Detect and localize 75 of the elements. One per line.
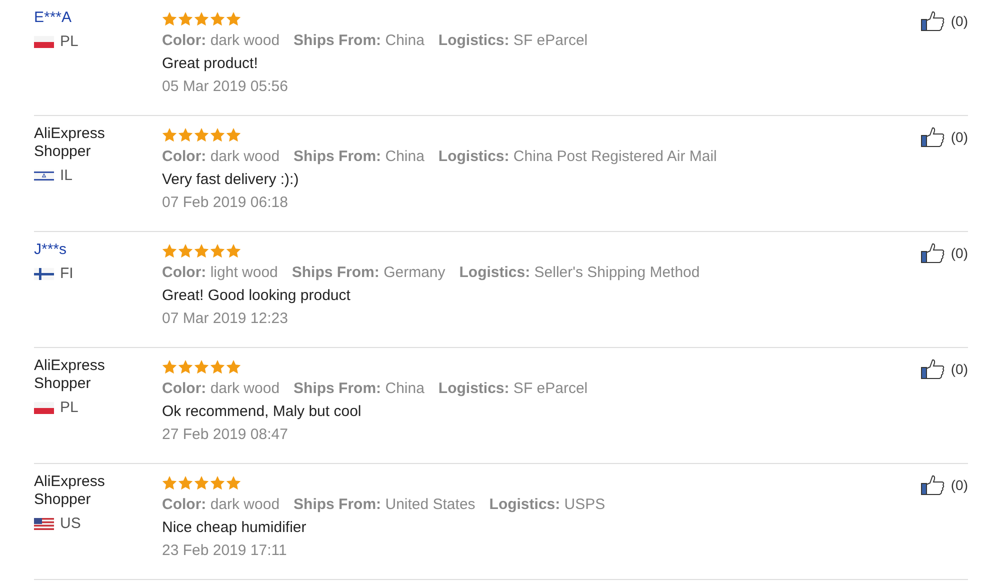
like-count: (0) <box>950 128 968 147</box>
review-text: Ok recommend, Maly but cool <box>162 402 362 422</box>
star-icon <box>226 244 241 258</box>
flag-icon <box>34 170 54 182</box>
product-attribute: Ships From: China <box>294 31 424 51</box>
country-code: US <box>60 515 81 532</box>
flag-icon <box>34 518 54 530</box>
star-icon <box>162 12 177 26</box>
star-icon <box>194 244 209 258</box>
product-attribute: Color: dark wood <box>162 147 280 167</box>
star-icon <box>226 128 241 142</box>
review-date: 23 Feb 2019 17:11 <box>162 541 288 561</box>
product-attribute: Logistics: USPS <box>489 495 606 515</box>
reviewer-name-link[interactable]: E***A <box>34 9 124 27</box>
product-attribute: Ships From: China <box>294 379 424 399</box>
product-attribute: Color: dark wood <box>162 495 280 515</box>
country-code: PL <box>60 33 78 50</box>
reviewer-name: AliExpress Shopper <box>34 357 106 393</box>
star-icon <box>162 360 177 374</box>
star-icon <box>178 360 193 374</box>
star-icon <box>210 244 225 258</box>
star-icon <box>162 476 177 490</box>
product-attribute: Logistics: Seller's Shipping Method <box>459 263 700 283</box>
like-count: (0) <box>950 360 968 379</box>
product-attribute: Ships From: Germany <box>292 263 446 283</box>
review-text: Nice cheap humidifier <box>162 518 308 538</box>
star-icon <box>194 128 209 142</box>
product-attribute: Ships From: China <box>294 147 424 167</box>
thumbs-up-icon[interactable] <box>920 11 945 31</box>
flag-icon <box>34 268 54 280</box>
star-icon <box>210 128 225 142</box>
product-attribute: Color: dark wood <box>162 379 280 399</box>
star-icon <box>226 476 241 490</box>
like-count: (0) <box>950 12 968 31</box>
star-icon <box>194 12 209 26</box>
star-icon <box>210 476 225 490</box>
flag-icon <box>34 402 54 414</box>
star-icon <box>194 360 209 374</box>
star-icon <box>210 12 225 26</box>
like-count: (0) <box>950 476 968 495</box>
thumbs-up-icon[interactable] <box>920 359 945 379</box>
product-attribute: Logistics: SF eParcel <box>438 31 588 51</box>
product-attribute: Ships From: United States <box>294 495 476 515</box>
star-icon <box>194 476 209 490</box>
country-code: PL <box>60 399 78 416</box>
star-icon <box>178 128 193 142</box>
product-attribute: Logistics: SF eParcel <box>438 379 588 399</box>
review-date: 07 Mar 2019 12:23 <box>162 309 289 329</box>
review-text: Great! Good looking product <box>162 286 352 306</box>
product-attribute: Color: light wood <box>162 263 278 283</box>
reviewer-name: AliExpress Shopper <box>34 125 106 161</box>
review-date: 27 Feb 2019 08:47 <box>162 425 289 445</box>
reviewer-name-link[interactable]: J***s <box>34 241 124 259</box>
review-text: Very fast delivery :):) <box>162 170 300 190</box>
star-icon <box>162 128 177 142</box>
flag-icon <box>34 36 54 48</box>
star-icon <box>226 12 241 26</box>
review-date: 07 Feb 2019 06:18 <box>162 193 289 213</box>
review-text: Great product! <box>162 54 259 74</box>
star-icon <box>178 12 193 26</box>
country-code: IL <box>60 167 73 184</box>
like-count: (0) <box>950 244 968 263</box>
star-icon <box>210 360 225 374</box>
star-icon <box>178 476 193 490</box>
thumbs-up-icon[interactable] <box>920 475 945 495</box>
product-attribute: Color: dark wood <box>162 31 280 51</box>
star-icon <box>226 360 241 374</box>
thumbs-up-icon[interactable] <box>920 243 945 263</box>
product-attribute: Logistics: China Post Registered Air Mail <box>438 147 717 167</box>
country-code: FI <box>60 265 74 282</box>
reviewer-name: AliExpress Shopper <box>34 473 106 509</box>
thumbs-up-icon[interactable] <box>920 127 945 147</box>
review-date: 05 Mar 2019 05:56 <box>162 77 289 97</box>
star-icon <box>162 244 177 258</box>
star-icon <box>178 244 193 258</box>
